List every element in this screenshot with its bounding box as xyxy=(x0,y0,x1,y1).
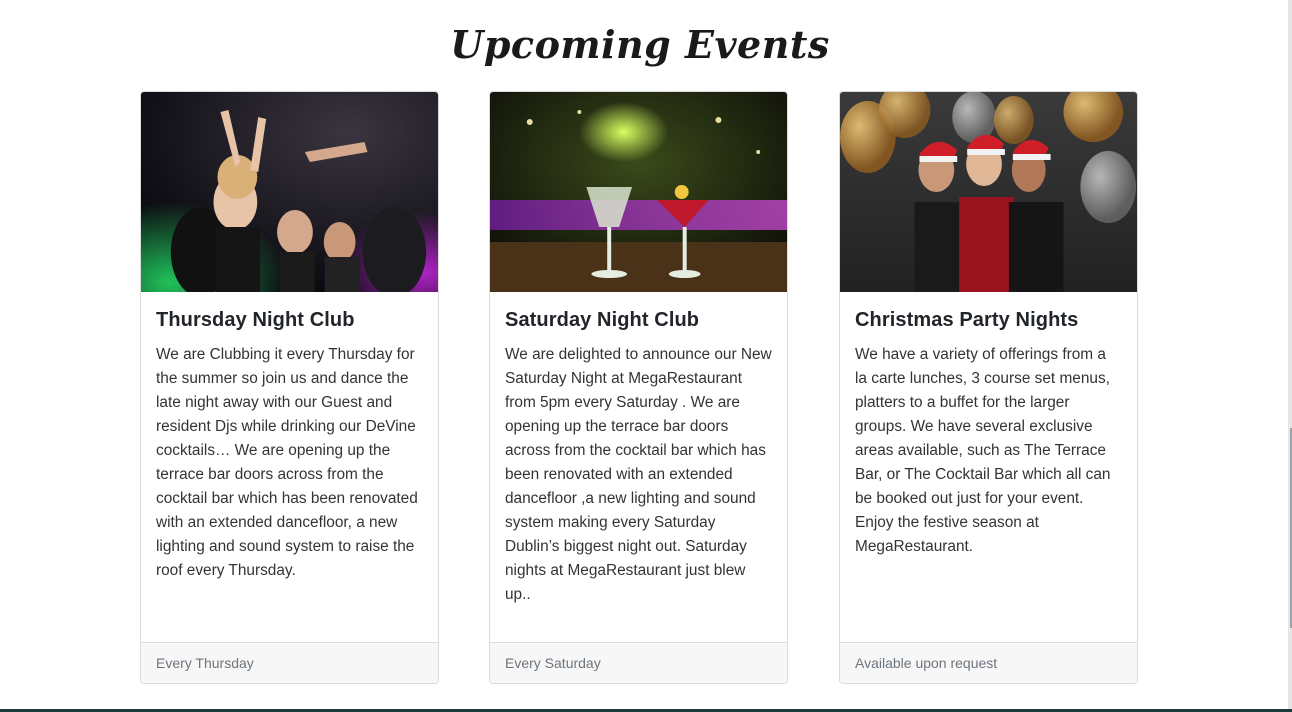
event-description: We have a variety of offerings from a la… xyxy=(855,346,1111,555)
event-description: We are delighted to announce our New Sat… xyxy=(505,346,772,603)
section-title: Upcoming Events xyxy=(450,22,830,67)
cocktails-bar-photo xyxy=(490,92,787,292)
event-description: We are Clubbing it every Thursday for th… xyxy=(156,346,418,579)
event-schedule: Every Saturday xyxy=(490,642,787,683)
card-body: Thursday Night Club We are Clubbing it e… xyxy=(141,292,438,583)
event-card-christmas: Christmas Party Nights We have a variety… xyxy=(839,91,1138,684)
event-card-saturday: Saturday Night Club We are delighted to … xyxy=(489,91,788,684)
event-schedule: Every Thursday xyxy=(141,642,438,683)
event-title: Christmas Party Nights xyxy=(855,309,1079,331)
events-page: Upcoming Events Thursday Night Club We a… xyxy=(0,0,1292,712)
event-card-thursday: Thursday Night Club We are Clubbing it e… xyxy=(140,91,439,684)
christmas-party-photo xyxy=(840,92,1137,292)
club-dancing-photo xyxy=(141,92,438,292)
event-title: Thursday Night Club xyxy=(156,309,355,331)
card-body: Saturday Night Club We are delighted to … xyxy=(490,292,787,607)
event-title: Saturday Night Club xyxy=(505,309,700,331)
event-schedule: Available upon request xyxy=(840,642,1137,683)
card-body: Christmas Party Nights We have a variety… xyxy=(840,292,1137,559)
